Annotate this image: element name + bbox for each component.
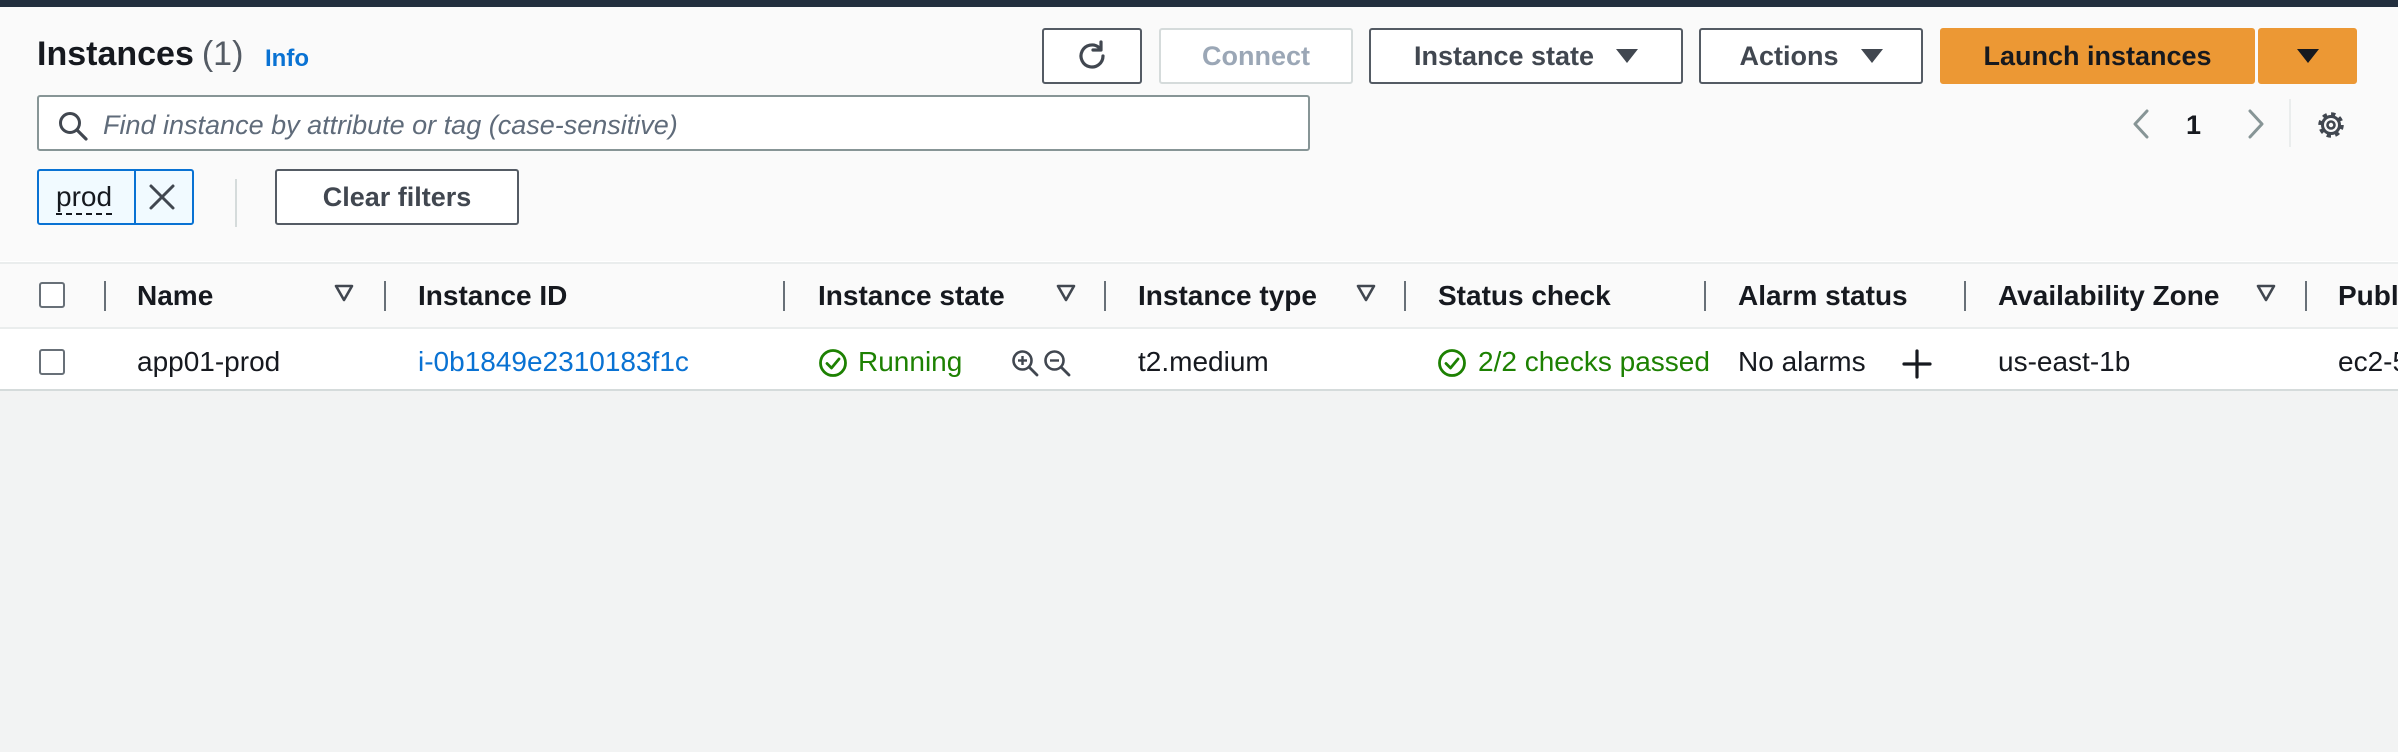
instance-state-value: Running	[858, 346, 963, 377]
column-divider	[2305, 281, 2307, 311]
chevron-left-icon[interactable]	[2127, 108, 2157, 140]
clear-filters-button[interactable]: Clear filters	[275, 169, 519, 225]
row-checkbox[interactable]	[39, 349, 65, 375]
instance-count: (1)	[201, 35, 244, 73]
sort-icon[interactable]	[1356, 284, 1376, 302]
actions-button[interactable]: Actions	[1699, 28, 1923, 84]
search-input[interactable]: Find instance by attribute or tag (case-…	[37, 95, 1310, 151]
filter-divider	[235, 179, 237, 227]
empty-content-area	[0, 391, 2398, 752]
column-divider	[104, 281, 106, 311]
column-divider	[1404, 281, 1406, 311]
caret-down-icon	[1616, 49, 1639, 63]
connect-label: Connect	[1202, 40, 1310, 71]
page-title: Instances (1)	[37, 35, 243, 74]
zoom-in-icon[interactable]	[1010, 348, 1040, 378]
filter-token-label: prod	[56, 183, 113, 215]
column-header-alarm-status[interactable]: Alarm status	[1738, 280, 1908, 312]
launch-options-dropdown[interactable]	[2258, 28, 2357, 84]
column-header-instance-state[interactable]: Instance state	[818, 280, 1005, 312]
search-placeholder: Find instance by attribute or tag (case-…	[103, 110, 678, 140]
table-header: Name Instance ID Instance state Instance…	[0, 262, 2398, 329]
column-header-availability-zone[interactable]: Availability Zone	[1998, 280, 2219, 312]
actions-label: Actions	[1739, 40, 1839, 71]
availability-zone-value: us-east-1b	[1998, 346, 2131, 377]
check-circle-icon	[819, 349, 847, 377]
check-circle-icon	[1438, 349, 1466, 377]
alarm-status-value: No alarms	[1738, 346, 1866, 377]
clear-filters-label: Clear filters	[322, 181, 472, 212]
close-icon[interactable]	[147, 182, 177, 212]
column-header-status-check[interactable]: Status check	[1438, 280, 1611, 312]
column-divider	[384, 281, 386, 311]
public-dns-value: ec2-5	[2338, 346, 2398, 377]
caret-down-icon	[2296, 49, 2319, 63]
refresh-icon	[1079, 40, 1105, 69]
refresh-button[interactable]	[1042, 28, 1142, 84]
panel-header: Instances (1) Info Connect Instance state…	[0, 7, 2398, 261]
launch-instances-label: Launch instances	[1983, 40, 2212, 71]
select-all-checkbox[interactable]	[39, 282, 65, 308]
top-navigation-bar	[0, 0, 2398, 7]
table-row[interactable]: app01-prod i-0b1849e2310183f1c Running t…	[0, 329, 2398, 389]
status-check-value[interactable]: 2/2 checks passed	[1478, 346, 1710, 378]
instances-panel: Instances (1) Info Connect Instance state…	[0, 7, 2398, 391]
column-divider	[783, 281, 785, 311]
settings-gear-icon[interactable]	[2313, 107, 2349, 143]
filter-token: prod	[37, 169, 194, 225]
sort-icon[interactable]	[1056, 284, 1076, 302]
instance-state-label: Instance state	[1413, 40, 1595, 71]
column-header-public-dns[interactable]: Publ	[2338, 280, 2398, 312]
instance-type-value: t2.medium	[1138, 346, 1269, 377]
column-divider	[1964, 281, 1966, 311]
column-divider	[1704, 281, 1706, 311]
column-header-name[interactable]: Name	[137, 280, 213, 312]
info-link[interactable]: Info	[265, 45, 309, 73]
connect-button[interactable]: Connect	[1159, 28, 1353, 84]
column-header-instance-id[interactable]: Instance ID	[418, 280, 567, 312]
launch-instances-button[interactable]: Launch instances	[1940, 28, 2255, 84]
chevron-right-icon[interactable]	[2240, 108, 2270, 140]
zoom-out-icon[interactable]	[1042, 348, 1072, 378]
column-divider	[1104, 281, 1106, 311]
sort-icon[interactable]	[2256, 284, 2276, 302]
instance-name: app01-prod	[137, 346, 281, 377]
plus-icon[interactable]	[1902, 349, 1932, 379]
column-header-instance-type[interactable]: Instance type	[1138, 280, 1317, 312]
sort-icon[interactable]	[334, 284, 354, 302]
page-title-text: Instances	[37, 35, 194, 73]
caret-down-icon	[1860, 49, 1883, 63]
pagination-divider	[2289, 99, 2291, 147]
token-divider	[134, 171, 136, 223]
instance-id-link[interactable]: i-0b1849e2310183f1c	[418, 346, 689, 378]
page-number[interactable]: 1	[2186, 110, 2201, 141]
search-icon	[59, 112, 88, 141]
instance-state-button[interactable]: Instance state	[1369, 28, 1683, 84]
